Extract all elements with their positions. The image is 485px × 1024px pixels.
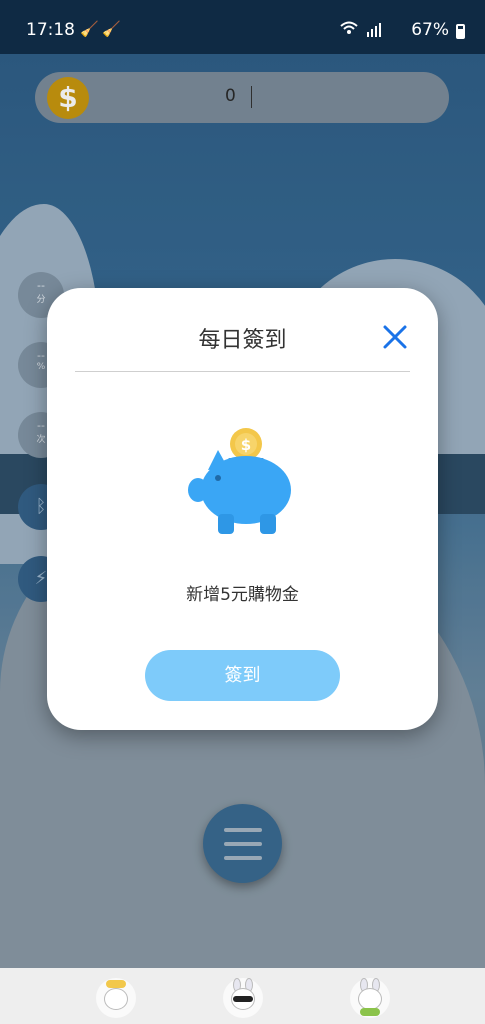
- svg-text:$: $: [241, 436, 251, 454]
- wifi-signal-icon: [340, 21, 381, 37]
- piggy-bank-icon: $: [188, 428, 291, 534]
- tab-character-sunglasses[interactable]: [223, 978, 263, 1018]
- tab-character-green-bow[interactable]: [350, 978, 390, 1018]
- checkin-button[interactable]: 簽到: [145, 650, 340, 701]
- dialog-divider: [75, 371, 410, 372]
- bottom-navigation: [0, 968, 485, 1024]
- close-icon[interactable]: [382, 324, 408, 350]
- battery-icon: [456, 24, 465, 39]
- tab-character-yellow-bow[interactable]: [96, 978, 136, 1018]
- yellow-bow-icon: [106, 980, 126, 988]
- status-time: 17:18: [26, 20, 75, 40]
- dialog-title: 每日簽到: [198, 328, 287, 353]
- reward-message: 新增5元購物金: [186, 585, 299, 605]
- status-bar: 17:18 🧹 🧹 67%: [0, 0, 485, 54]
- battery-percentage: 67%: [411, 20, 449, 40]
- broom-notification-icon: 🧹: [80, 20, 99, 38]
- daily-checkin-dialog: 每日簽到 $ 新增5元購物金 簽到: [47, 288, 438, 730]
- bunny-face-icon: [358, 988, 382, 1010]
- broom-notification-icon: 🧹: [102, 20, 121, 38]
- green-leaf-icon: [360, 1008, 380, 1016]
- sunglasses-icon: [233, 996, 253, 1002]
- bunny-face-icon: [104, 988, 128, 1010]
